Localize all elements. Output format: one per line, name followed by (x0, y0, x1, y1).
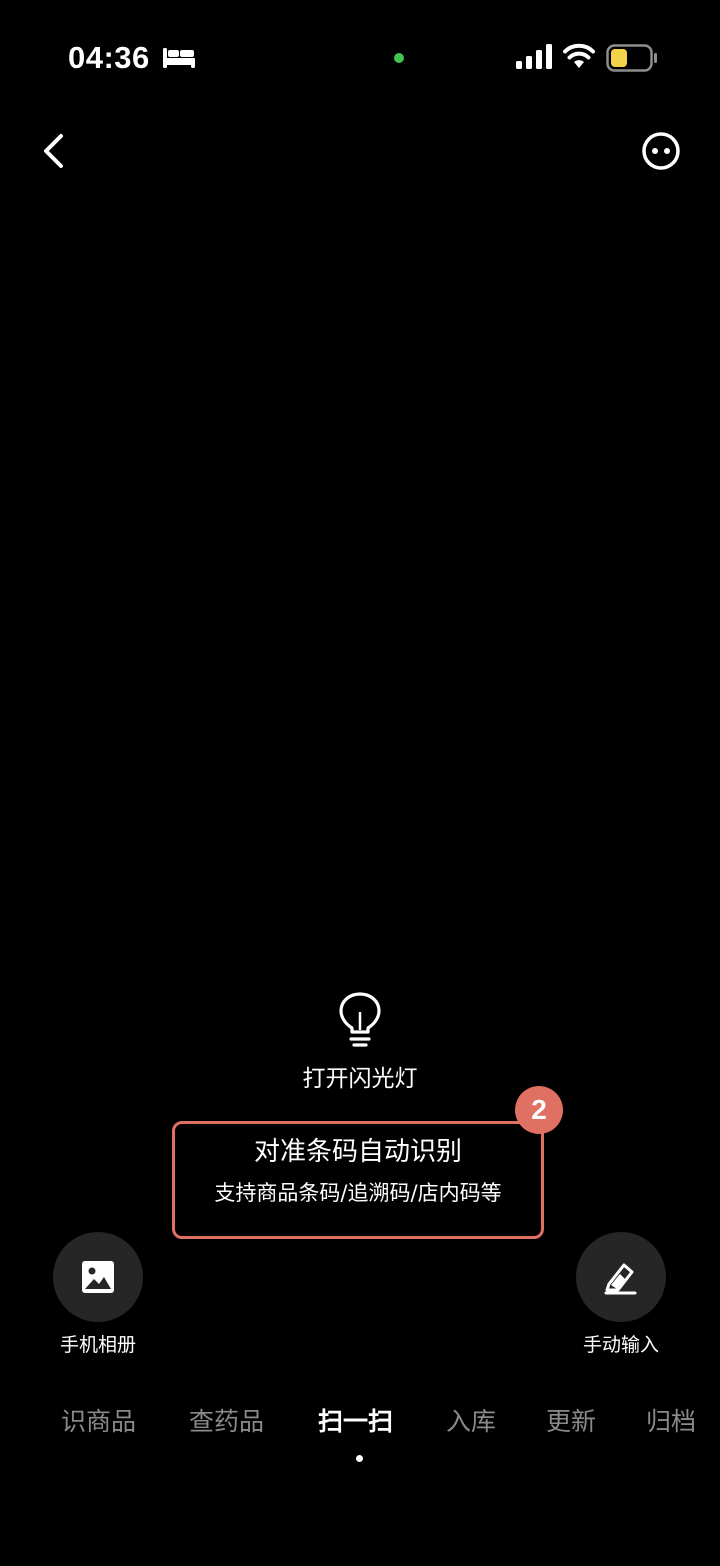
album-button[interactable] (53, 1232, 143, 1322)
more-circle-icon (642, 132, 680, 170)
bed-icon (163, 48, 195, 68)
more-button[interactable] (636, 126, 686, 176)
tab-product-recognition[interactable]: 识商品 (61, 1400, 136, 1444)
chevron-left-icon (44, 134, 63, 168)
album-label: 手机相册 (59, 1334, 136, 1356)
image-icon (82, 1261, 114, 1293)
lightbulb-icon (339, 992, 381, 1047)
scan-hint-title: 对准条码自动识别 (253, 1137, 462, 1167)
step-number-badge: 2 (515, 1086, 563, 1134)
flashlight-button[interactable]: 打开闪光灯 (260, 990, 460, 1100)
battery-icon (606, 44, 657, 72)
scan-hint-subtitle: 支持商品条码/追溯码/店内码等 (214, 1181, 502, 1205)
wifi-icon (563, 43, 595, 68)
cellular-signal-icon (516, 44, 552, 69)
scan-hint-box: 对准条码自动识别 支持商品条码/追溯码/店内码等 (172, 1121, 544, 1239)
manual-input-label: 手动输入 (582, 1334, 659, 1356)
tab-update[interactable]: 更新 (546, 1400, 596, 1444)
tab-scan[interactable]: 扫一扫 (318, 1400, 393, 1444)
tab-drug-lookup[interactable]: 查药品 (189, 1400, 264, 1444)
active-tab-indicator (356, 1455, 363, 1462)
tab-archive[interactable]: 归档 (646, 1400, 696, 1444)
privacy-indicator-dot (394, 53, 404, 63)
status-time: 04:36 (68, 40, 150, 75)
manual-input-button[interactable] (576, 1232, 666, 1322)
tab-stock-in[interactable]: 入库 (446, 1400, 496, 1444)
back-button[interactable] (30, 126, 78, 176)
pencil-icon (604, 1263, 637, 1295)
flashlight-label: 打开闪光灯 (302, 1066, 418, 1092)
